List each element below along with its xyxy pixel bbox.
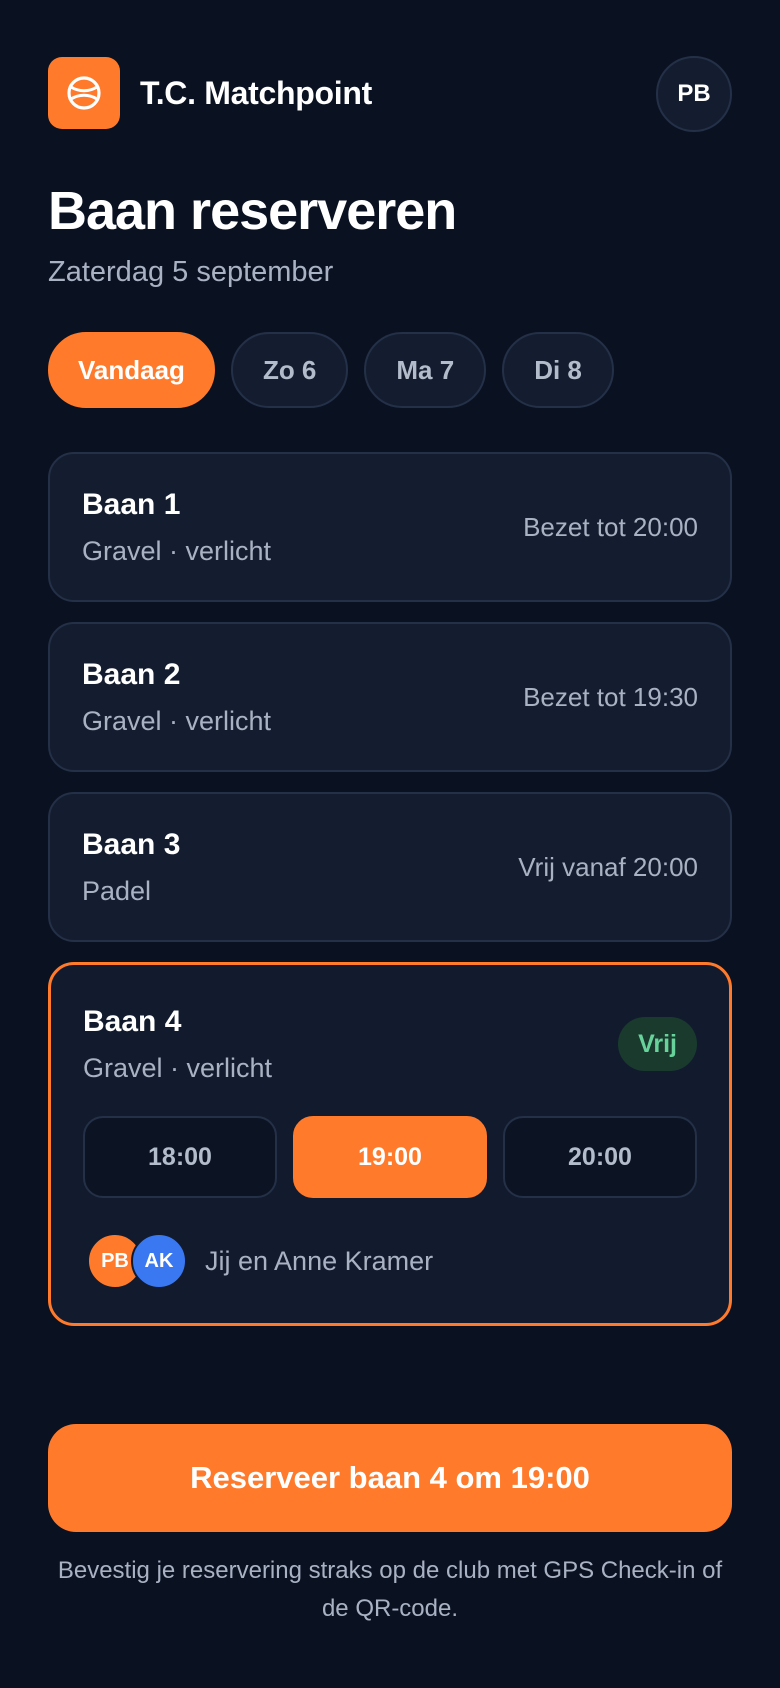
- time-slot-1800[interactable]: 18:00: [83, 1116, 277, 1198]
- time-slot-group: 18:00 19:00 20:00: [83, 1116, 697, 1198]
- court-surface: Gravel · verlicht: [82, 706, 272, 736]
- court-booking-screen: T.C. Matchpoint PB Baan reserveren Zater…: [0, 0, 780, 1688]
- court-name: Baan 3: [82, 828, 181, 861]
- time-slot-2000[interactable]: 20:00: [503, 1116, 697, 1198]
- court-card-3[interactable]: Baan 3 Padel Vrij vanaf 20:00: [48, 792, 732, 942]
- court-status: Bezet tot 20:00: [523, 512, 698, 542]
- page-title: Baan reserveren: [48, 181, 457, 241]
- reserve-button[interactable]: Reserveer baan 4 om 19:00: [48, 1424, 732, 1532]
- players-label: Jij en Anne Kramer: [205, 1245, 434, 1276]
- court-status: Bezet tot 19:30: [523, 682, 698, 712]
- checkin-note: Bevestig je reservering straks op de clu…: [57, 1557, 723, 1622]
- day-selector: Vandaag Zo 6 Ma 7 Di 8: [48, 332, 614, 408]
- court-surface: Padel: [82, 876, 152, 906]
- availability-badge: Vrij: [618, 1017, 697, 1071]
- day-chip-today[interactable]: Vandaag: [48, 332, 215, 408]
- court-surface: Gravel · verlicht: [83, 1053, 273, 1083]
- day-chip-mon-7[interactable]: Ma 7: [364, 332, 487, 408]
- court-surface: Gravel · verlicht: [82, 536, 272, 566]
- court-status: Vrij vanaf 20:00: [518, 852, 698, 882]
- selected-date: Zaterdag 5 september: [48, 256, 334, 288]
- club-name: T.C. Matchpoint: [140, 74, 372, 111]
- court-name: Baan 2: [82, 658, 181, 691]
- player-avatar-ak: AK: [131, 1233, 187, 1289]
- user-avatar-button[interactable]: PB: [656, 56, 732, 132]
- court-name: Baan 4: [83, 1005, 182, 1038]
- tennis-ball-icon: [67, 76, 101, 110]
- players-row: PB AK Jij en Anne Kramer: [87, 1233, 433, 1289]
- app-header: T.C. Matchpoint PB: [48, 56, 732, 132]
- court-card-1[interactable]: Baan 1 Gravel · verlicht Bezet tot 20:00: [48, 452, 732, 602]
- court-card-4-selected[interactable]: Baan 4 Gravel · verlicht Vrij 18:00 19:0…: [48, 962, 732, 1326]
- court-name: Baan 1: [82, 488, 181, 521]
- court-card-2[interactable]: Baan 2 Gravel · verlicht Bezet tot 19:30: [48, 622, 732, 772]
- club-logo: [48, 57, 120, 129]
- day-chip-sun-6[interactable]: Zo 6: [230, 332, 349, 408]
- day-chip-tue-8[interactable]: Di 8: [502, 332, 614, 408]
- time-slot-1900[interactable]: 19:00: [293, 1116, 487, 1198]
